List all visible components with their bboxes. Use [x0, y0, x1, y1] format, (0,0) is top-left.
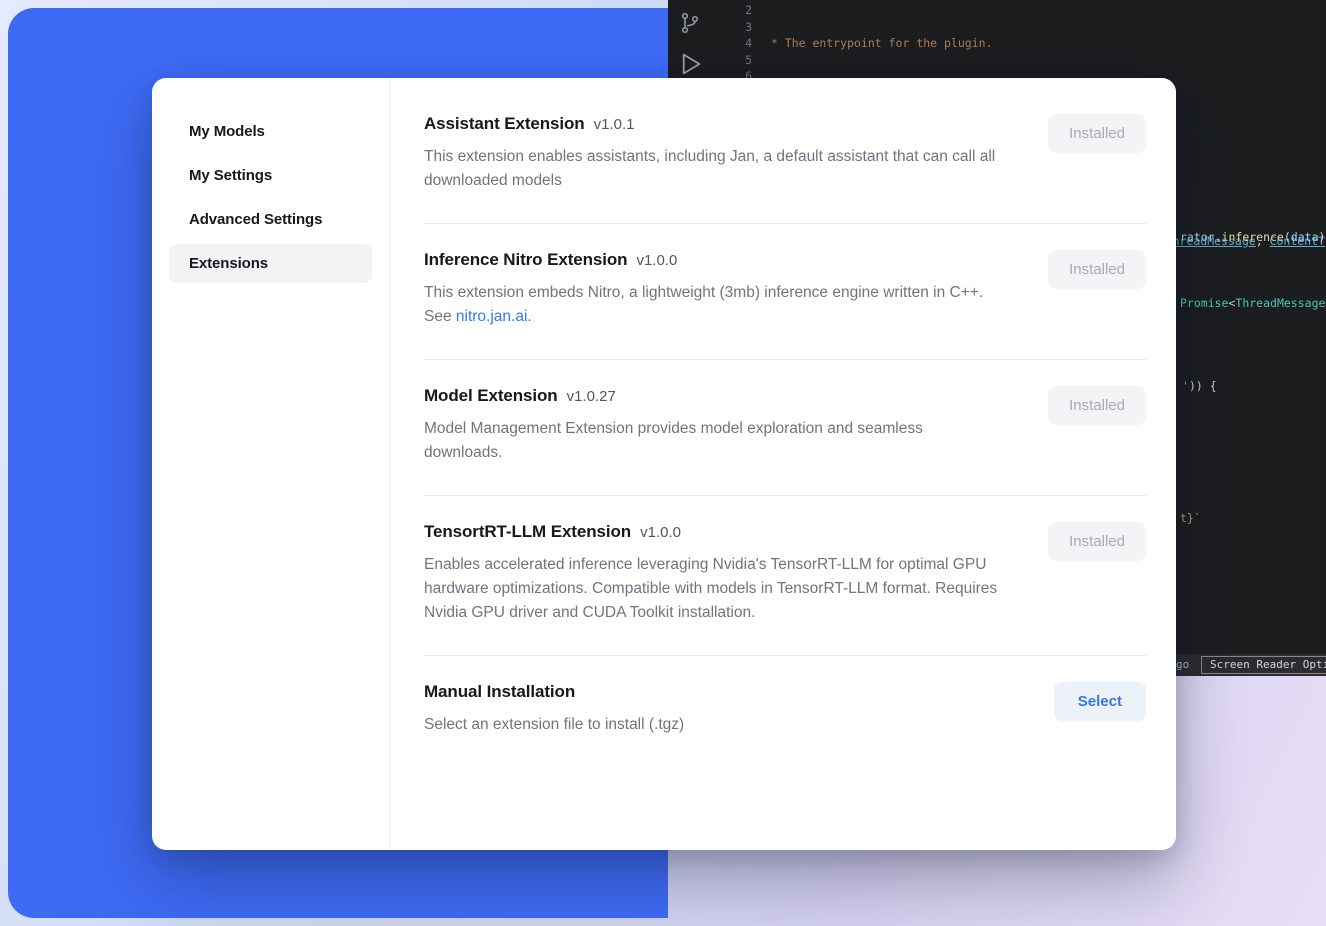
nitro-link[interactable]: nitro.jan.ai	[456, 308, 528, 325]
extension-info: Model Extensionv1.0.27 Model Management …	[424, 386, 1002, 465]
code-fragment: Promise<ThreadMessage>	[1180, 296, 1326, 310]
sidebar-item-my-settings[interactable]: My Settings	[169, 156, 372, 195]
run-debug-icon[interactable]	[675, 49, 705, 79]
code-comment: * The entrypoint for the plugin.	[764, 36, 992, 50]
extension-version: v1.0.0	[640, 524, 681, 541]
manual-installation-title: Manual Installation	[424, 682, 684, 702]
status-text: go	[1176, 658, 1189, 671]
sidebar-item-extensions[interactable]: Extensions	[169, 244, 372, 283]
extension-info: TensortRT-LLM Extensionv1.0.0 Enables ac…	[424, 522, 1002, 625]
manual-installation-row: Manual Installation Select an extension …	[424, 656, 1146, 761]
extension-info: Assistant Extensionv1.0.1 This extension…	[424, 114, 1002, 193]
extension-version: v1.0.1	[594, 116, 635, 133]
manual-installation-info: Manual Installation Select an extension …	[424, 682, 684, 737]
extensions-list: Assistant Extensionv1.0.1 This extension…	[390, 78, 1176, 850]
extension-description: This extension embeds Nitro, a lightweig…	[424, 281, 1002, 329]
extension-description: Enables accelerated inference leveraging…	[424, 553, 1002, 625]
settings-sidebar: My Models My Settings Advanced Settings …	[152, 78, 390, 850]
git-branch-icon[interactable]	[678, 10, 702, 36]
extension-row-assistant: Assistant Extensionv1.0.1 This extension…	[424, 98, 1146, 224]
installed-button[interactable]: Installed	[1048, 114, 1146, 153]
extension-info: Inference Nitro Extensionv1.0.0 This ext…	[424, 250, 1002, 329]
extension-title: Model Extensionv1.0.27	[424, 386, 1002, 406]
code-fragment: t}`	[1180, 511, 1201, 525]
installed-button[interactable]: Installed	[1048, 386, 1146, 425]
settings-card: My Models My Settings Advanced Settings …	[152, 78, 1176, 850]
sidebar-item-my-models[interactable]: My Models	[169, 112, 372, 151]
extension-description: This extension enables assistants, inclu…	[424, 145, 1002, 193]
sidebar-item-advanced-settings[interactable]: Advanced Settings	[169, 200, 372, 239]
select-file-button[interactable]: Select	[1054, 682, 1146, 721]
extension-row-model: Model Extensionv1.0.27 Model Management …	[424, 360, 1146, 496]
screen: 2 3 4 5 6 * The entrypoint for the plugi…	[0, 0, 1326, 926]
code-fragment: ')) {	[1182, 379, 1217, 393]
line-numbers: 2 3 4 5 6	[714, 2, 752, 85]
extension-title: TensortRT-LLM Extensionv1.0.0	[424, 522, 1002, 542]
manual-installation-description: Select an extension file to install (.tg…	[424, 713, 684, 737]
extension-version: v1.0.27	[567, 388, 616, 405]
extension-row-nitro: Inference Nitro Extensionv1.0.0 This ext…	[424, 224, 1146, 360]
installed-button[interactable]: Installed	[1048, 522, 1146, 561]
extension-title: Assistant Extensionv1.0.1	[424, 114, 1002, 134]
code-fragment: rator.inference(data));	[1180, 230, 1326, 244]
extension-title: Inference Nitro Extensionv1.0.0	[424, 250, 1002, 270]
extension-description: Model Management Extension provides mode…	[424, 417, 1002, 465]
extension-row-tensorrt: TensortRT-LLM Extensionv1.0.0 Enables ac…	[424, 496, 1146, 656]
screen-reader-badge[interactable]: Screen Reader Optimized	[1201, 656, 1326, 674]
extension-version: v1.0.0	[636, 252, 677, 269]
installed-button[interactable]: Installed	[1048, 250, 1146, 289]
